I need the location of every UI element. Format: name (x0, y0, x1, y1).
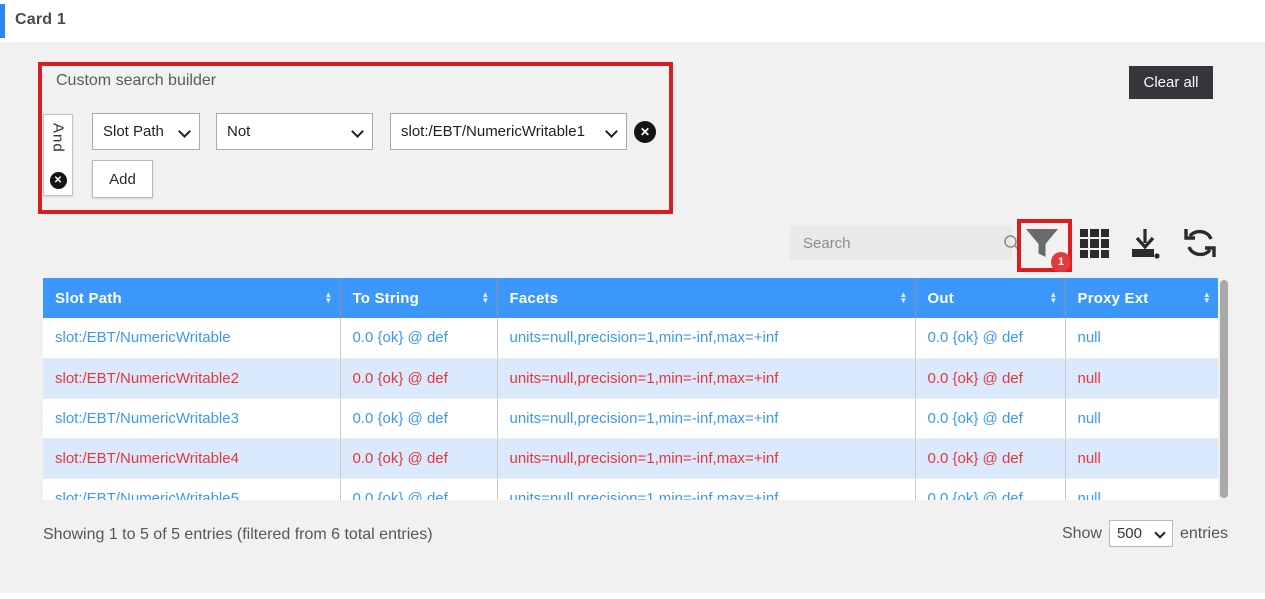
entries-label: entries (1180, 525, 1228, 543)
field-select-value: Slot Path (103, 123, 164, 140)
search-input[interactable] (790, 235, 1002, 252)
sort-arrows-icon (1203, 292, 1211, 304)
table-row[interactable]: slot:/EBT/NumericWritable3 0.0 {ok} @ de… (43, 398, 1218, 438)
table-row[interactable]: slot:/EBT/NumericWritable4 0.0 {ok} @ de… (43, 438, 1218, 478)
chevron-down-icon (606, 127, 616, 137)
value-select-value: slot:/EBT/NumericWritable1 (401, 123, 585, 140)
clear-all-button[interactable]: Clear all (1129, 66, 1213, 99)
condition-select[interactable]: Not (216, 113, 373, 150)
table-scrollbar[interactable] (1220, 280, 1228, 498)
column-header-facets[interactable]: Facets (497, 278, 915, 318)
download-icon[interactable] (1128, 226, 1162, 260)
condition-select-value: Not (227, 123, 250, 140)
page-title: Card 1 (15, 11, 66, 29)
table-row[interactable]: slot:/EBT/NumericWritable2 0.0 {ok} @ de… (43, 358, 1218, 398)
logic-group-button[interactable]: And ✕ (43, 114, 73, 196)
table-row[interactable]: slot:/EBT/NumericWritable5 0.0 {ok} @ de… (43, 478, 1218, 500)
column-header-slot-path[interactable]: Slot Path (43, 278, 340, 318)
field-select[interactable]: Slot Path (92, 113, 200, 150)
sort-arrows-icon (899, 292, 907, 304)
chevron-down-icon (352, 127, 362, 137)
sort-arrows-icon (481, 292, 489, 304)
magnifier-icon (1002, 233, 1022, 253)
entries-summary: Showing 1 to 5 of 5 entries (filtered fr… (43, 526, 433, 544)
sort-arrows-icon (1049, 292, 1057, 304)
refresh-icon[interactable] (1182, 226, 1218, 260)
page-bottom-strip (0, 593, 1265, 599)
table-row[interactable]: slot:/EBT/NumericWritable 0.0 {ok} @ def… (43, 318, 1218, 358)
grid-icon (1080, 229, 1088, 237)
column-visibility-button[interactable] (1080, 229, 1109, 258)
column-header-proxy-ext[interactable]: Proxy Ext (1065, 278, 1218, 318)
data-table: Slot Path To String Facets Out Proxy Ext… (43, 278, 1218, 500)
filter-button[interactable]: 1 (1024, 227, 1066, 267)
value-select[interactable]: slot:/EBT/NumericWritable1 (390, 113, 627, 150)
card-header: Card 1 (0, 0, 1265, 42)
add-criteria-button[interactable]: Add (92, 160, 153, 198)
logic-group-label: And (50, 123, 67, 153)
search-builder-title: Custom search builder (56, 72, 216, 90)
chevron-down-icon (179, 127, 189, 137)
column-header-to-string[interactable]: To String (340, 278, 497, 318)
page-length-select[interactable]: 500 (1109, 520, 1173, 547)
remove-group-button[interactable]: ✕ (50, 172, 67, 189)
table-header-row: Slot Path To String Facets Out Proxy Ext (43, 278, 1218, 318)
chevron-down-icon (1155, 529, 1165, 539)
search-box (790, 226, 1012, 260)
card-body: Custom search builder And ✕ Slot Path No… (0, 42, 1265, 593)
sort-arrows-icon (324, 292, 332, 304)
card-accent-bar (0, 4, 5, 38)
page-length-value: 500 (1117, 525, 1142, 542)
show-label: Show (1062, 525, 1102, 543)
filter-badge: 1 (1051, 252, 1071, 272)
column-header-out[interactable]: Out (915, 278, 1065, 318)
remove-criteria-button[interactable]: ✕ (634, 121, 656, 143)
page-length-control: Show 500 entries (1062, 520, 1228, 547)
